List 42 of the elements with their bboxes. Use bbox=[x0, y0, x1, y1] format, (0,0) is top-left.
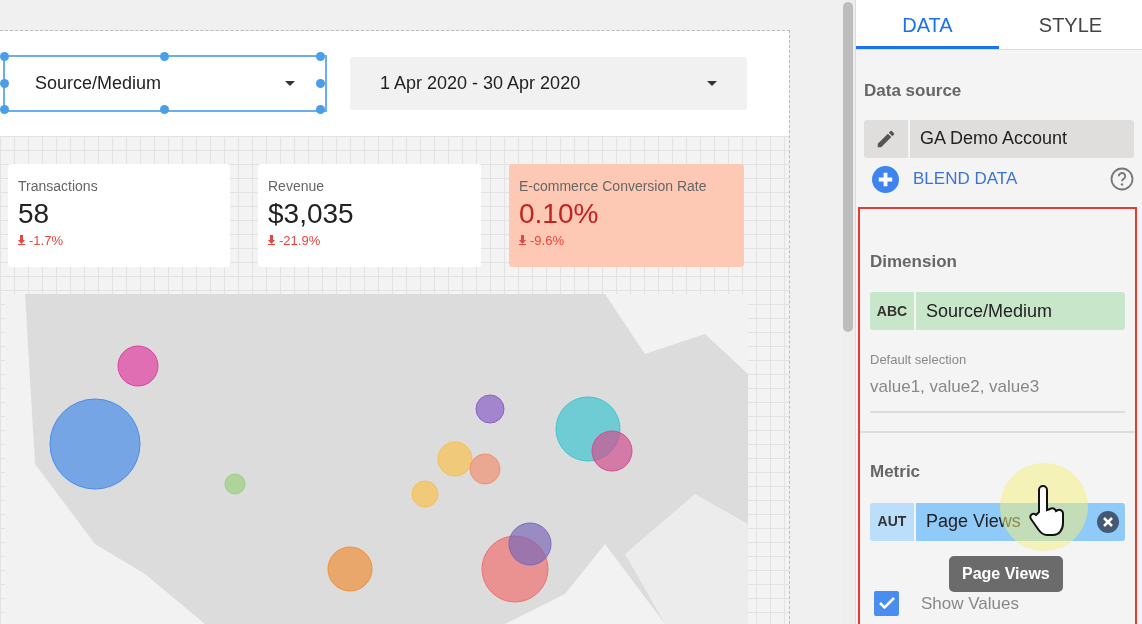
scorecard-value: 0.10% bbox=[519, 197, 600, 231]
data-source-field[interactable]: GA Demo Account bbox=[910, 119, 1134, 158]
add-icon[interactable] bbox=[872, 165, 899, 193]
resize-handle[interactable] bbox=[0, 79, 9, 88]
change-value: -9.6% bbox=[530, 231, 564, 250]
field-type-label: AUT bbox=[870, 502, 914, 541]
caret-icon bbox=[707, 81, 717, 86]
blend-data-link[interactable]: BLEND DATA bbox=[913, 166, 1018, 192]
section-heading: Dimension bbox=[870, 250, 958, 273]
down-arrow-icon bbox=[18, 235, 25, 246]
help-icon[interactable] bbox=[1110, 167, 1134, 191]
checkbox[interactable] bbox=[874, 590, 899, 616]
change-value: -21.9% bbox=[279, 231, 321, 250]
scorecard-label: Revenue bbox=[268, 177, 326, 196]
section-heading: Metric bbox=[870, 461, 922, 483]
check-icon bbox=[878, 597, 895, 610]
field-type-label: ABC bbox=[870, 292, 914, 330]
dropdown[interactable]: 1 Apr 2020 - 30 Apr 2020 bbox=[350, 57, 747, 110]
resize-handle[interactable] bbox=[0, 105, 9, 114]
down-arrow-icon bbox=[268, 235, 275, 246]
resize-handle[interactable] bbox=[160, 105, 169, 114]
scrollbar-thumb[interactable] bbox=[843, 2, 853, 332]
default-selection-field[interactable]: value1, value2, value3 bbox=[870, 369, 1125, 413]
change-value: -1.7% bbox=[29, 231, 63, 250]
resize-handle[interactable] bbox=[316, 79, 325, 88]
tooltip: Page Views bbox=[949, 556, 1063, 592]
resize-handle[interactable] bbox=[316, 52, 325, 61]
caret-icon bbox=[285, 81, 295, 86]
checkbox-label: Show Values bbox=[921, 592, 1019, 615]
remove-icon[interactable] bbox=[1097, 510, 1119, 533]
resize-handle[interactable] bbox=[0, 52, 9, 61]
section-heading: Data source bbox=[864, 80, 963, 102]
scorecard-label: E-commerce Conversion Rate bbox=[519, 177, 708, 196]
resize-handle[interactable] bbox=[316, 105, 325, 114]
dimension-field[interactable]: Source/Medium bbox=[916, 292, 1125, 330]
field-label: Default selection bbox=[870, 351, 968, 369]
scorecard-value: $3,035 bbox=[268, 197, 355, 231]
dropdown[interactable]: Source/Medium bbox=[5, 57, 325, 110]
scorecard-value: 58 bbox=[18, 197, 51, 231]
resize-handle[interactable] bbox=[160, 52, 169, 61]
scorecard-label: Transactions bbox=[18, 177, 99, 196]
down-arrow-icon bbox=[519, 235, 526, 246]
